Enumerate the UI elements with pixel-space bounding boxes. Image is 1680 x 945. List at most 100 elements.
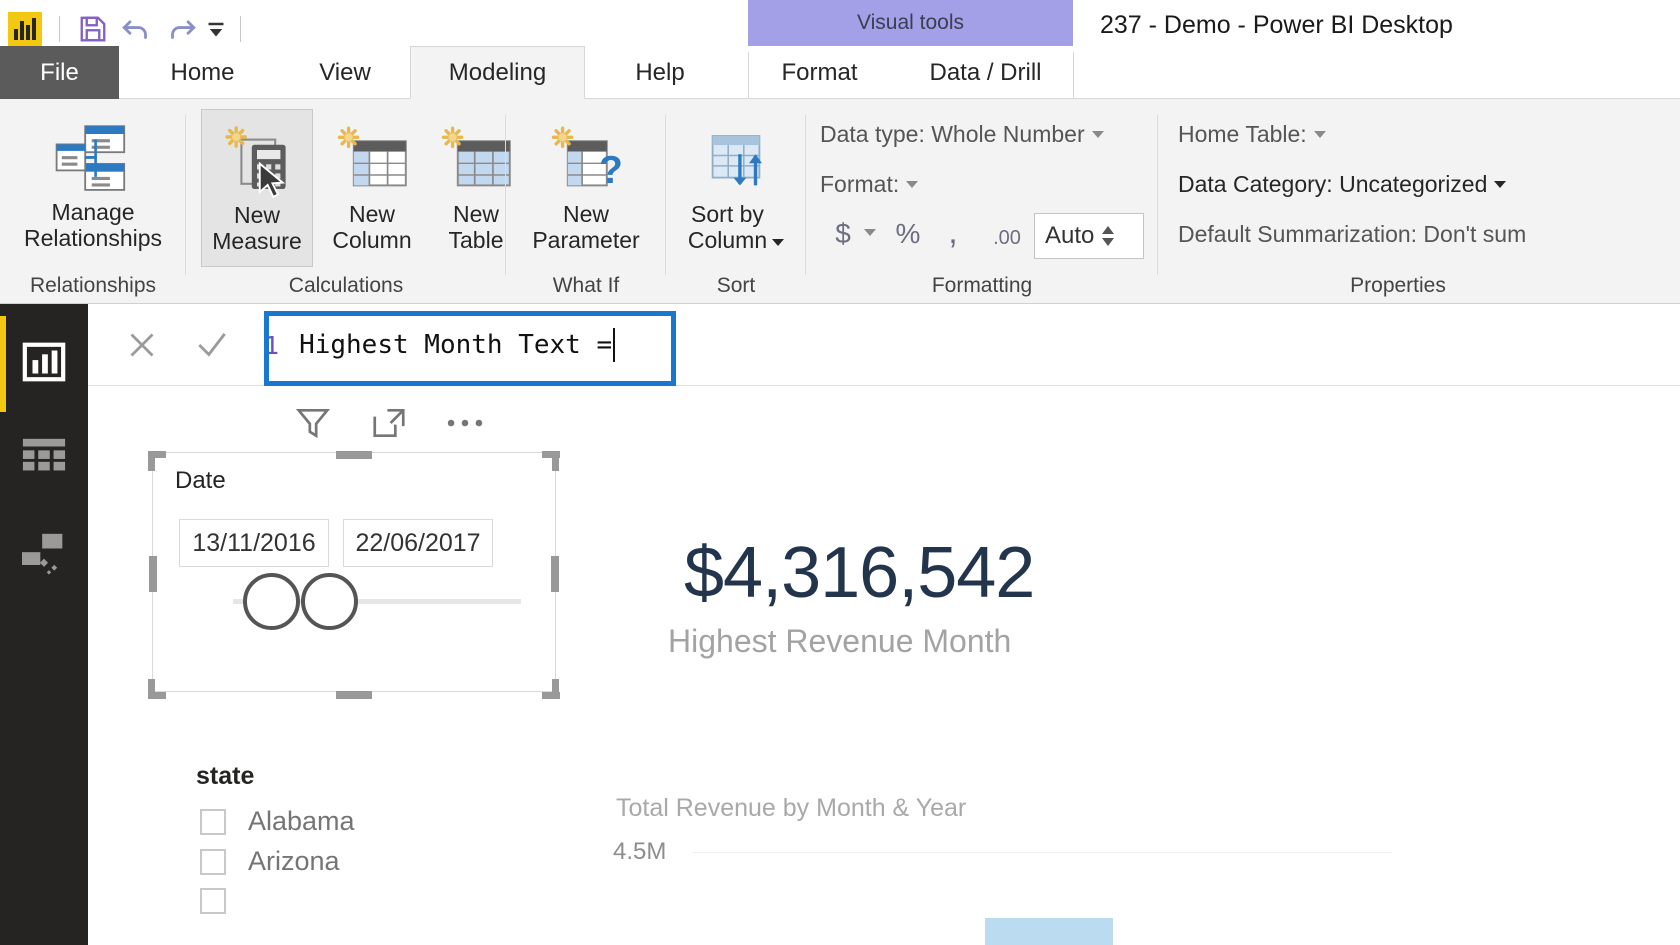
decimal-places-stepper[interactable]: Auto [1034, 213, 1144, 259]
checkbox-alabama[interactable] [200, 808, 226, 835]
dax-formula-input[interactable]: 1 Highest Month Text = [264, 316, 668, 374]
decimal-places-value: Auto [1045, 222, 1095, 249]
selection-handle-left[interactable] [149, 556, 157, 592]
customize-qat-icon[interactable] [203, 7, 229, 51]
checkbox-arizona[interactable] [200, 848, 226, 875]
ribbon: Manage Relationships Relationships New M… [0, 99, 1680, 304]
table-icon [21, 436, 67, 485]
sort-by-column-line1: Sort by [691, 201, 764, 227]
ribbon-group-calculations: New Measure New Column New Table Calcula… [186, 99, 511, 304]
relationships-icon [53, 121, 133, 199]
ribbon-group-sort: Sort by Column Sort [666, 99, 806, 304]
card-value: $4,316,542 [684, 533, 1035, 613]
default-summarization-dropdown[interactable]: Default Summarization: Don't sum [1178, 221, 1526, 248]
sidebar-item-data-view[interactable] [0, 412, 88, 508]
selection-handle-top[interactable] [336, 451, 372, 459]
chevron-down-icon[interactable] [906, 181, 919, 188]
percent-format-button[interactable]: % [888, 211, 928, 257]
state-slicer-title: state [196, 762, 255, 790]
new-table-icon [436, 123, 516, 201]
stepper-arrows[interactable] [1102, 226, 1115, 246]
toolbar-divider-2 [240, 16, 241, 42]
redo-icon[interactable] [159, 7, 203, 51]
tab-file-label: File [40, 58, 79, 86]
thousands-separator-button[interactable]: , [938, 209, 968, 255]
card-label: Highest Revenue Month [668, 623, 1012, 659]
date-slicer-handle-end[interactable] [301, 573, 358, 630]
data-type-dropdown[interactable]: Data type: Whole Number [820, 121, 1104, 148]
ribbon-group-label-sort: Sort [716, 274, 756, 297]
formula-cancel-icon[interactable] [118, 321, 166, 369]
view-navigation-sidebar [0, 304, 88, 945]
chevron-down-icon[interactable] [1091, 131, 1104, 138]
tab-format[interactable]: Format [752, 46, 887, 99]
chevron-down-icon[interactable] [1313, 131, 1326, 138]
ribbon-group-whatif: ? New Parameter What If [506, 99, 666, 304]
default-summarization-label: Default Summarization: Don't sum [1178, 221, 1527, 247]
chart-bar[interactable] [985, 918, 1113, 945]
date-slicer-start-input[interactable]: 13/11/2016 [179, 519, 329, 567]
sidebar-item-model-view[interactable] [0, 508, 88, 604]
format-dropdown[interactable]: Format: [820, 171, 919, 198]
chart-gridline [692, 852, 1392, 853]
ribbon-group-relationships: Manage Relationships Relationships [0, 99, 186, 304]
selection-handle-right[interactable] [551, 556, 559, 592]
model-relationships-icon [20, 532, 68, 581]
tab-home[interactable]: Home [135, 46, 270, 99]
sort-by-column-button[interactable]: Sort by Column [674, 109, 798, 254]
home-table-dropdown[interactable]: Home Table: [1178, 121, 1326, 148]
selection-handle-tl-v[interactable] [148, 451, 155, 471]
tab-data-drill[interactable]: Data / Drill [898, 46, 1073, 99]
new-measure-line2: Measure [212, 228, 302, 255]
checkbox-next[interactable] [200, 888, 226, 914]
list-item[interactable] [200, 888, 226, 914]
new-table-line2: Table [448, 227, 504, 254]
date-slicer-end-input[interactable]: 22/06/2017 [343, 519, 493, 567]
chart-y-tick-label: 4.5M [613, 838, 667, 865]
ribbon-group-label-whatif: What If [552, 274, 620, 297]
list-item[interactable]: Arizona [200, 846, 340, 877]
tab-view[interactable]: View [286, 46, 404, 99]
filter-icon[interactable] [290, 400, 336, 446]
ribbon-group-label-properties: Properties [1350, 274, 1446, 297]
currency-chevron-down-icon[interactable] [864, 229, 876, 236]
selection-handle-br-h[interactable] [542, 692, 560, 699]
contextual-tab-group-label: Visual tools [856, 11, 964, 34]
tab-data-drill-label: Data / Drill [929, 58, 1042, 86]
selection-handle-tr-v[interactable] [552, 451, 559, 471]
more-options-icon[interactable] [442, 400, 488, 446]
focus-mode-icon[interactable] [366, 400, 412, 446]
selection-handle-bl-h[interactable] [148, 692, 166, 699]
undo-icon[interactable] [115, 7, 159, 51]
formula-line-number: 1 [264, 330, 280, 360]
ribbon-group-label-calculations: Calculations [288, 274, 404, 297]
date-slicer-visual[interactable]: Date 13/11/2016 22/06/2017 [152, 452, 556, 692]
data-category-dropdown[interactable]: Data Category: Uncategorized [1178, 171, 1507, 198]
list-item[interactable]: Alabama [200, 806, 355, 837]
ribbon-group-formatting: Data type: Whole Number Format: $ % , .0… [806, 99, 1158, 304]
tab-format-label: Format [781, 58, 858, 86]
tab-file[interactable]: File [0, 46, 119, 99]
visual-header-toolbar [290, 400, 488, 446]
tab-help[interactable]: Help [600, 46, 720, 99]
tab-modeling[interactable]: Modeling [410, 46, 585, 99]
new-parameter-button[interactable]: ? New Parameter [516, 109, 656, 254]
state-slicer-item-label: Arizona [248, 846, 340, 876]
new-measure-icon [217, 124, 297, 202]
selection-handle-bottom[interactable] [336, 691, 372, 699]
currency-format-button[interactable]: $ [826, 211, 860, 257]
formula-accept-icon[interactable] [188, 321, 236, 369]
save-icon[interactable] [71, 7, 115, 51]
sidebar-item-report-view[interactable] [0, 316, 88, 412]
new-column-button[interactable]: New Column [318, 109, 426, 254]
contextual-group-separator-right [1073, 52, 1074, 98]
manage-relationships-line2: Relationships [23, 225, 163, 252]
chevron-down-icon[interactable] [772, 238, 785, 246]
powerbi-logo [8, 12, 42, 46]
date-slicer-handle-start[interactable] [243, 573, 300, 630]
manage-relationships-button[interactable]: Manage Relationships [8, 107, 178, 252]
new-column-line2: Column [332, 227, 412, 254]
new-measure-button[interactable]: New Measure [201, 109, 313, 267]
chevron-down-icon[interactable] [1494, 181, 1507, 188]
decimal-places-button[interactable]: .00 [984, 217, 1030, 259]
